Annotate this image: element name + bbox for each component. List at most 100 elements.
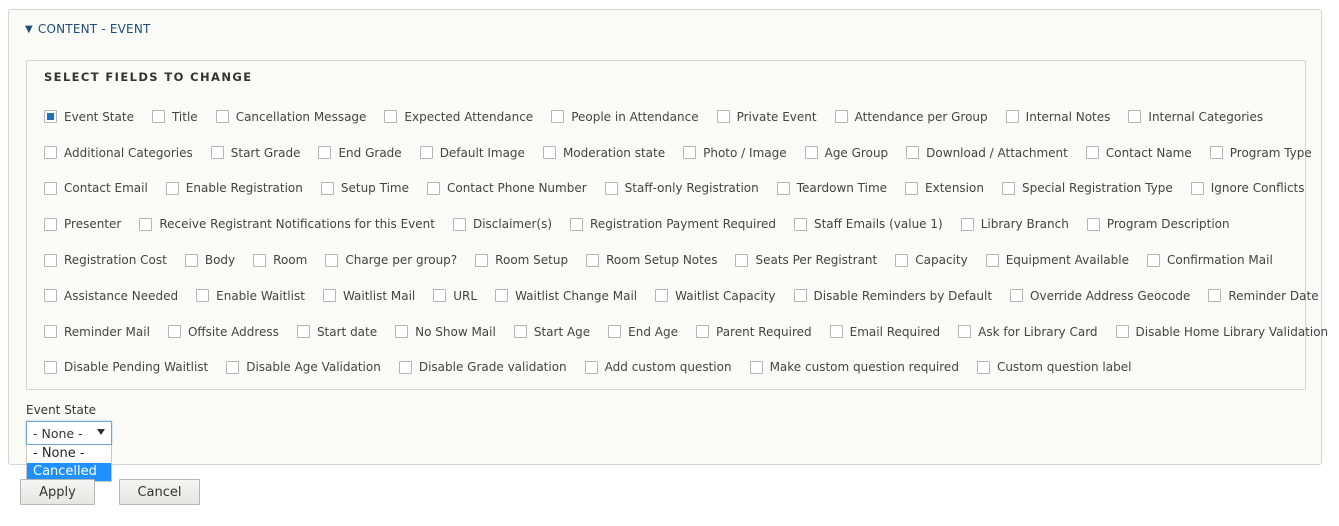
checkbox[interactable] — [139, 217, 153, 231]
checkbox[interactable] — [44, 253, 57, 267]
checkbox[interactable] — [1085, 146, 1099, 160]
checkbox[interactable] — [452, 217, 466, 231]
field-checkbox-item[interactable]: Contact Email — [44, 181, 148, 195]
field-checkbox-item[interactable]: Room Setup — [475, 253, 568, 267]
checkbox[interactable] — [985, 253, 999, 267]
checkbox[interactable] — [44, 289, 57, 303]
field-checkbox-item[interactable]: Enable Registration — [165, 181, 303, 195]
field-checkbox-item[interactable]: Reminder Mail — [44, 325, 150, 339]
checkbox[interactable] — [834, 110, 848, 124]
checkbox[interactable] — [793, 217, 807, 231]
checkbox[interactable] — [395, 325, 409, 339]
field-checkbox-item[interactable]: Room — [253, 253, 307, 267]
checkbox[interactable] — [542, 146, 556, 160]
field-checkbox-item[interactable]: Internal Categories — [1128, 110, 1263, 124]
checkbox[interactable] — [570, 217, 584, 231]
field-checkbox-item[interactable]: Confirmation Mail — [1146, 253, 1273, 267]
field-checkbox-item[interactable]: Room Setup Notes — [586, 253, 717, 267]
checkbox[interactable] — [196, 289, 210, 303]
checkbox[interactable] — [976, 360, 990, 374]
field-checkbox-item[interactable]: Photo / Image — [683, 146, 787, 160]
checkbox[interactable] — [210, 146, 224, 160]
checkbox[interactable] — [1001, 181, 1015, 195]
checkbox[interactable] — [322, 289, 336, 303]
checkbox[interactable] — [325, 253, 339, 267]
field-checkbox-item[interactable]: Ask for Library Card — [958, 325, 1098, 339]
field-checkbox-item[interactable]: Special Registration Type — [1001, 181, 1173, 195]
field-checkbox-item[interactable]: Body — [184, 253, 235, 267]
checkbox[interactable] — [215, 110, 229, 124]
field-checkbox-item[interactable]: Staff Emails (value 1) — [793, 217, 943, 231]
field-checkbox-item[interactable]: Receive Registrant Notifications for thi… — [139, 217, 435, 231]
field-checkbox-item[interactable]: Setup Time — [320, 181, 409, 195]
field-checkbox-item[interactable]: Start Age — [513, 325, 590, 339]
field-checkbox-item[interactable]: Moderation state — [542, 146, 665, 160]
field-checkbox-item[interactable]: Waitlist Change Mail — [495, 289, 637, 303]
field-checkbox-item[interactable]: End Grade — [318, 146, 402, 160]
field-checkbox-item[interactable]: Program Description — [1086, 217, 1230, 231]
checkbox[interactable] — [960, 217, 974, 231]
field-checkbox-item[interactable]: Seats Per Registrant — [735, 253, 877, 267]
section-toggle[interactable]: ▼ CONTENT - EVENT — [25, 22, 151, 36]
checkbox[interactable] — [184, 253, 198, 267]
field-checkbox-item[interactable]: Additional Categories — [44, 146, 193, 160]
field-checkbox-item[interactable]: No Show Mail — [395, 325, 496, 339]
field-checkbox-item[interactable]: Event State — [44, 110, 134, 124]
checkbox[interactable] — [475, 253, 489, 267]
checkbox[interactable] — [655, 289, 669, 303]
event-state-select[interactable]: - None - — [26, 421, 112, 445]
field-checkbox-item[interactable]: Disclaimer(s) — [452, 217, 552, 231]
checkbox[interactable] — [398, 360, 412, 374]
field-checkbox-item[interactable]: Download / Attachment — [906, 146, 1068, 160]
field-checkbox-item[interactable]: URL — [433, 289, 477, 303]
checkbox[interactable] — [604, 181, 618, 195]
checkbox[interactable] — [1115, 325, 1129, 339]
checkbox[interactable] — [44, 325, 57, 339]
checkbox[interactable] — [318, 146, 332, 160]
checkbox[interactable] — [167, 325, 181, 339]
field-checkbox-item[interactable]: Default Image — [419, 146, 525, 160]
checkbox[interactable] — [1128, 110, 1142, 124]
checkbox[interactable] — [296, 325, 310, 339]
checkbox[interactable] — [683, 146, 697, 160]
field-checkbox-item[interactable]: Start date — [296, 325, 377, 339]
checkbox[interactable] — [253, 253, 267, 267]
field-checkbox-item[interactable]: Presenter — [44, 217, 121, 231]
field-checkbox-item[interactable]: Make custom question required — [749, 360, 959, 374]
checkbox[interactable] — [905, 181, 919, 195]
field-checkbox-item[interactable]: Disable Home Library Validation — [1115, 325, 1328, 339]
field-checkbox-item[interactable]: Waitlist Mail — [322, 289, 415, 303]
field-checkbox-item[interactable]: Disable Reminders by Default — [793, 289, 992, 303]
checkbox[interactable] — [426, 181, 440, 195]
checkbox[interactable] — [696, 325, 709, 339]
field-checkbox-item[interactable]: Disable Grade validation — [398, 360, 567, 374]
field-checkbox-item[interactable]: Disable Age Validation — [226, 360, 381, 374]
field-checkbox-item[interactable]: Internal Notes — [1005, 110, 1110, 124]
field-checkbox-item[interactable]: Assistance Needed — [44, 289, 178, 303]
field-checkbox-item[interactable]: Override Address Geocode — [1010, 289, 1190, 303]
field-checkbox-item[interactable]: Enable Waitlist — [196, 289, 305, 303]
dropdown-option[interactable]: - None - — [27, 445, 111, 463]
checkbox[interactable] — [776, 181, 790, 195]
checkbox[interactable] — [165, 181, 179, 195]
checkbox[interactable] — [1086, 217, 1100, 231]
field-checkbox-item[interactable]: Equipment Available — [985, 253, 1129, 267]
field-checkbox-item[interactable]: Contact Phone Number — [426, 181, 587, 195]
field-checkbox-item[interactable]: Start Grade — [210, 146, 300, 160]
checkbox[interactable] — [958, 325, 972, 339]
checkbox[interactable] — [906, 146, 920, 160]
field-checkbox-item[interactable]: Program Type — [1209, 146, 1312, 160]
field-checkbox-item[interactable]: Reminder Date — [1208, 289, 1319, 303]
checkbox-checked[interactable] — [44, 110, 57, 124]
field-checkbox-item[interactable]: Teardown Time — [776, 181, 887, 195]
checkbox[interactable] — [151, 110, 165, 124]
checkbox[interactable] — [1208, 289, 1222, 303]
checkbox[interactable] — [584, 360, 598, 374]
field-checkbox-item[interactable]: Private Event — [716, 110, 817, 124]
checkbox[interactable] — [44, 217, 57, 231]
checkbox[interactable] — [895, 253, 909, 267]
checkbox[interactable] — [716, 110, 730, 124]
checkbox[interactable] — [608, 325, 622, 339]
field-checkbox-item[interactable]: People in Attendance — [551, 110, 699, 124]
field-checkbox-item[interactable]: Capacity — [895, 253, 968, 267]
